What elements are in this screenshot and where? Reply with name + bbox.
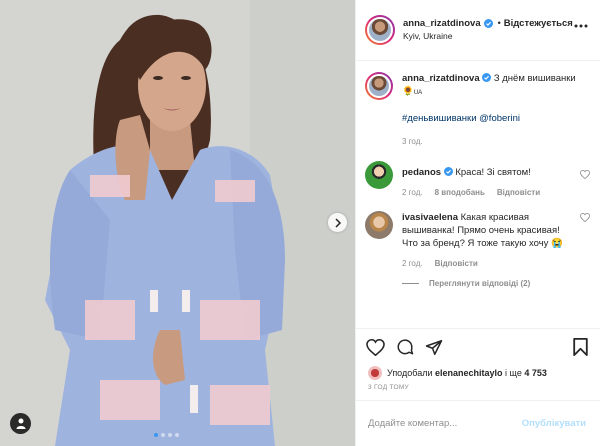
post-photo[interactable] bbox=[0, 0, 355, 446]
comment-time[interactable]: 2 год. bbox=[402, 257, 423, 270]
location-link[interactable]: Kyiv, Ukraine bbox=[403, 30, 573, 43]
caption: anna_rizatdinova З днём вишиванки 🌻UA #д… bbox=[365, 72, 590, 148]
next-slide-button[interactable] bbox=[328, 213, 347, 232]
carousel-dot bbox=[154, 433, 158, 437]
add-comment-bar: Опублікувати bbox=[356, 400, 600, 446]
comment-time[interactable]: 2 год. bbox=[402, 186, 423, 199]
likes-count[interactable]: 4 753 bbox=[524, 368, 547, 378]
separator: • bbox=[497, 18, 501, 28]
likes-suffix: і ще bbox=[505, 368, 522, 378]
user-tag-icon bbox=[16, 418, 25, 429]
heart-icon bbox=[366, 338, 385, 356]
reply-button[interactable]: Відповісти bbox=[497, 186, 540, 199]
view-replies-button[interactable]: Переглянути відповіді (2) bbox=[402, 279, 590, 288]
heart-icon[interactable] bbox=[580, 213, 590, 222]
author-username[interactable]: anna_rizatdinova bbox=[403, 17, 481, 30]
comment-likes[interactable]: 8 вподобань bbox=[435, 186, 485, 199]
verified-icon bbox=[483, 19, 493, 28]
liker-username[interactable]: elenanechitaylo bbox=[435, 368, 503, 378]
save-button[interactable] bbox=[573, 338, 588, 358]
comment-icon bbox=[397, 339, 414, 355]
avatar[interactable] bbox=[365, 15, 395, 45]
carousel-dot bbox=[168, 433, 172, 437]
bookmark-icon bbox=[573, 338, 588, 356]
caption-tags[interactable]: #деньвишиванки @foberini bbox=[402, 113, 520, 124]
reply-button[interactable]: Відповісти bbox=[435, 257, 478, 270]
comment-button[interactable] bbox=[396, 338, 414, 356]
caption-time[interactable]: 3 год. bbox=[402, 135, 423, 148]
more-icon[interactable] bbox=[574, 24, 588, 28]
post-timestamp[interactable]: 3 ГОД ТОМУ bbox=[356, 381, 600, 401]
comment-item: ivasivaelena Какая красивая вышиванка! П… bbox=[365, 211, 590, 270]
comment-input[interactable] bbox=[368, 418, 522, 429]
divider bbox=[402, 283, 419, 284]
flag-emoji: 🌻 bbox=[402, 86, 414, 97]
share-button[interactable] bbox=[425, 339, 443, 356]
comment-username[interactable]: pedanos bbox=[402, 167, 441, 178]
action-bar bbox=[356, 329, 600, 365]
photo-image bbox=[0, 0, 355, 446]
verified-icon bbox=[443, 167, 453, 176]
heart-icon[interactable] bbox=[580, 170, 590, 179]
post-header: anna_rizatdinova • Відстежується Kyiv, U… bbox=[356, 0, 600, 61]
comments-list[interactable]: anna_rizatdinova З днём вишиванки 🌻UA #д… bbox=[356, 61, 600, 329]
caption-text: З днём вишиванки bbox=[493, 73, 576, 84]
share-icon bbox=[425, 339, 443, 355]
avatar[interactable] bbox=[365, 72, 393, 100]
view-replies-label: Переглянути відповіді (2) bbox=[429, 279, 531, 288]
flag-label: UA bbox=[413, 90, 423, 96]
post-sidebar: anna_rizatdinova • Відстежується Kyiv, U… bbox=[355, 0, 600, 446]
publish-button[interactable]: Опублікувати bbox=[522, 418, 586, 429]
verified-icon bbox=[482, 73, 492, 82]
likes-prefix: Уподобали bbox=[387, 368, 433, 378]
comment-item: pedanos Краса! Зі святом! 2 год. 8 вподо… bbox=[365, 161, 590, 199]
carousel-dots bbox=[154, 433, 179, 437]
comment-username[interactable]: ivasivaelena bbox=[402, 212, 458, 223]
crying-emoji: 😭 bbox=[551, 238, 563, 249]
comment-text: Краса! Зі святом! bbox=[455, 167, 531, 178]
avatar[interactable] bbox=[368, 366, 382, 380]
chevron-right-icon bbox=[334, 217, 341, 228]
avatar[interactable] bbox=[365, 211, 393, 239]
likes-summary: Уподобали elenanechitaylo і ще 4 753 bbox=[356, 365, 600, 381]
like-button[interactable] bbox=[366, 338, 385, 356]
caption-username[interactable]: anna_rizatdinova bbox=[402, 73, 480, 84]
user-tags-button[interactable] bbox=[10, 413, 31, 434]
avatar[interactable] bbox=[365, 161, 393, 189]
carousel-dot bbox=[161, 433, 165, 437]
carousel-dot bbox=[175, 433, 179, 437]
follow-status-button[interactable]: Відстежується bbox=[504, 17, 573, 30]
